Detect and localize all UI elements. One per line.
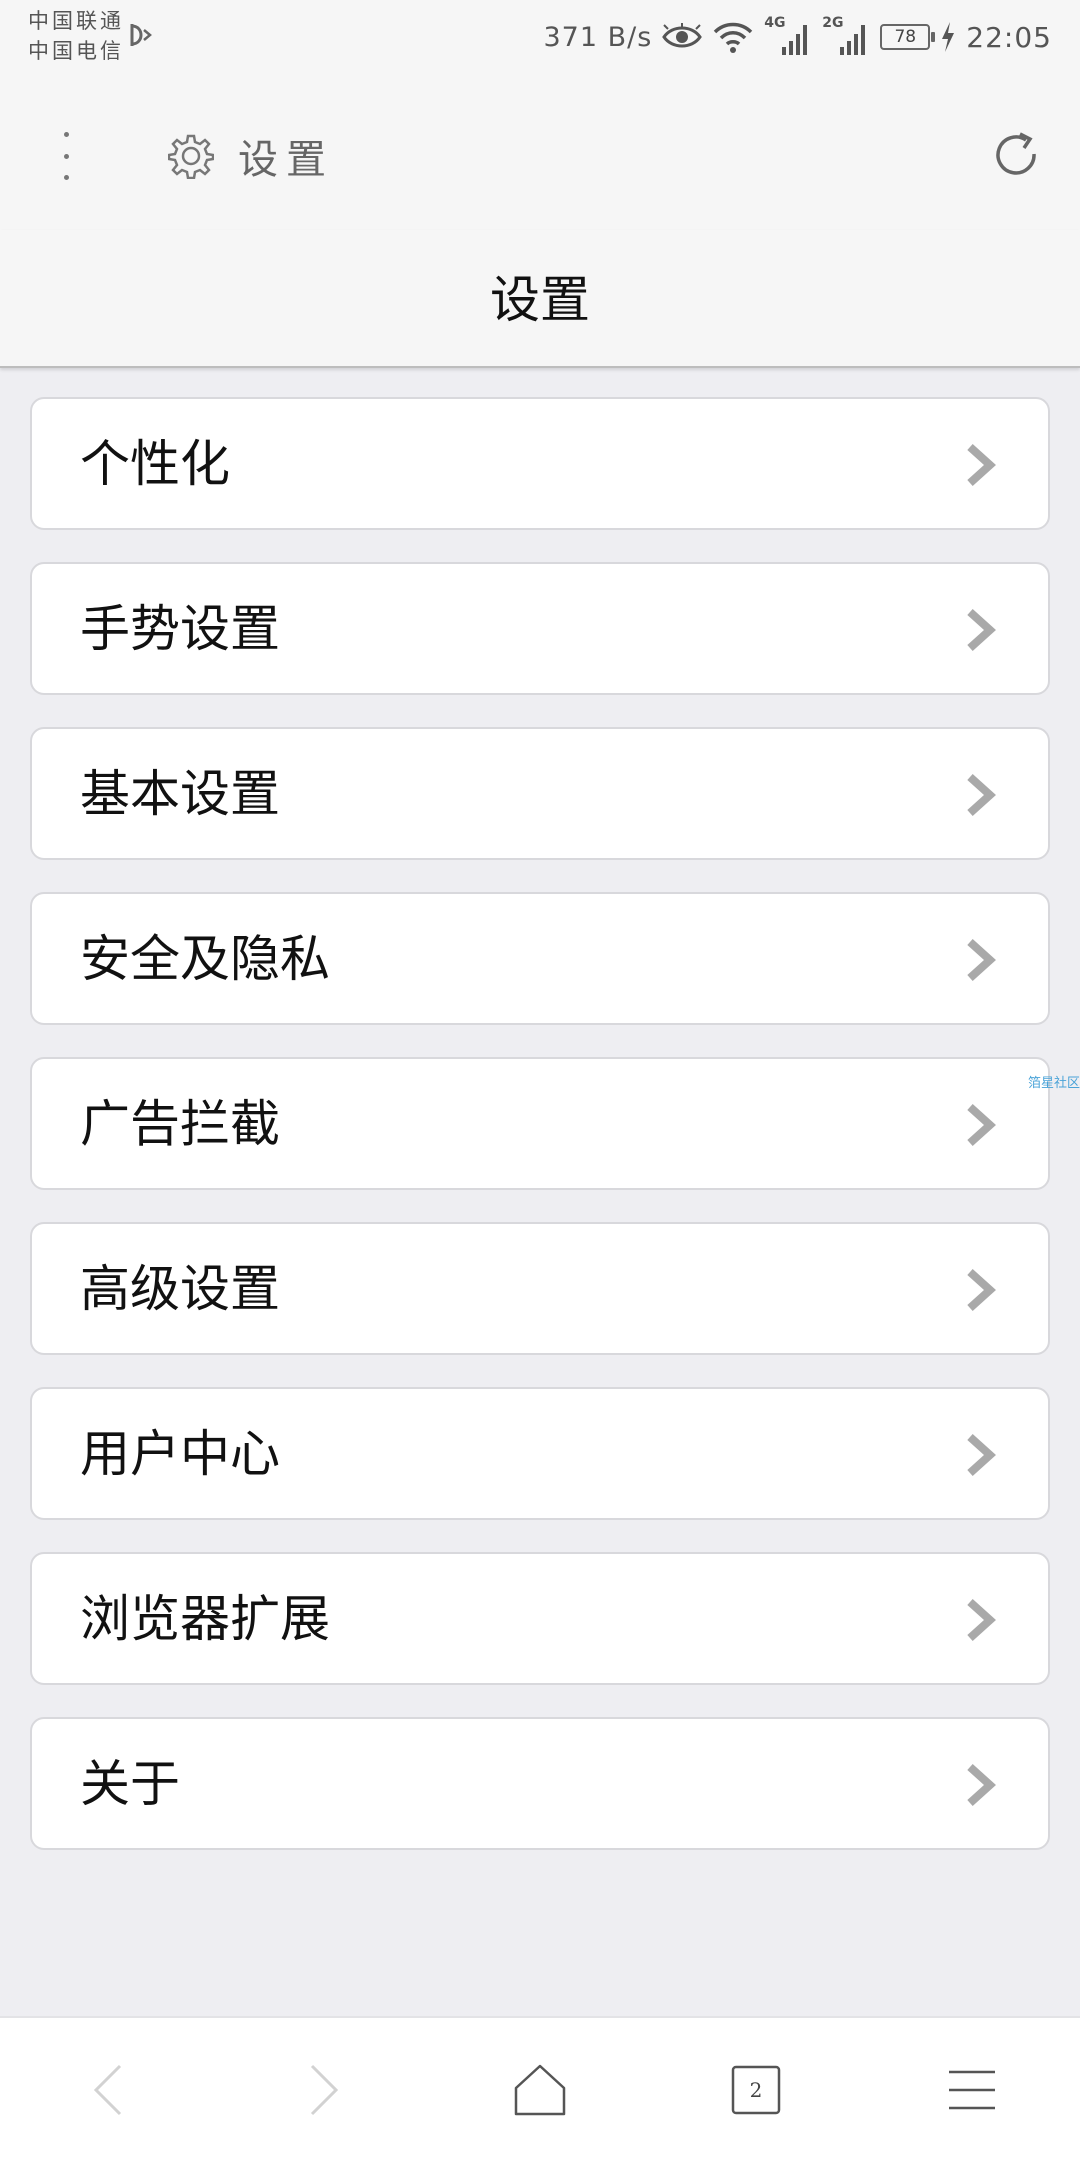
menu-item-label: 浏览器扩展: [80, 1590, 330, 1648]
page-title: 设置: [490, 271, 590, 329]
menu-item-label: 手势设置: [80, 600, 280, 658]
signal-1: 4G: [764, 15, 812, 57]
wifi-icon: [714, 22, 753, 53]
menu-item-about[interactable]: 关于: [30, 1717, 1050, 1850]
hd-call-icon: [130, 24, 152, 46]
back-button[interactable]: [68, 2050, 148, 2130]
chevron-right-icon: [967, 1434, 996, 1476]
eye-icon: [662, 23, 703, 48]
menu-item-label: 安全及隐私: [80, 930, 330, 988]
network-speed: 371 B/s: [543, 21, 653, 53]
menu-item-label: 关于: [80, 1755, 180, 1813]
menu-item-advanced-settings[interactable]: 高级设置: [30, 1222, 1050, 1355]
menu-item-label: 用户中心: [80, 1425, 280, 1483]
charging-icon: [942, 22, 955, 52]
chevron-right-icon: [967, 1764, 996, 1806]
menu-item-gesture-settings[interactable]: 手势设置: [30, 562, 1050, 695]
menu-item-label: 高级设置: [80, 1260, 280, 1318]
clock: 22:05: [966, 20, 1052, 54]
page-header: 设置: [0, 230, 1080, 368]
carrier-1: 中国联通: [28, 9, 124, 33]
chevron-left-icon: [93, 2064, 122, 2116]
menu-item-ad-block[interactable]: 广告拦截: [30, 1057, 1050, 1190]
watermark: 箔星社区: [1027, 1076, 1080, 1091]
menu-item-label: 基本设置: [80, 765, 280, 823]
battery-level: 78: [894, 27, 917, 47]
carrier-info: 中国联通 中国电信: [28, 6, 124, 66]
signal-bars-icon: [840, 25, 866, 55]
chevron-right-icon: [967, 1104, 996, 1146]
address-bar[interactable]: 设置: [168, 126, 334, 186]
bottom-nav: 2: [0, 2016, 1080, 2162]
chevron-right-icon: [967, 444, 996, 486]
chevron-right-icon: [310, 2064, 339, 2116]
menu-item-basic-settings[interactable]: 基本设置: [30, 727, 1050, 860]
tabs-button[interactable]: 2: [716, 2050, 796, 2130]
carrier-2: 中国电信: [28, 39, 124, 63]
menu-item-browser-extensions[interactable]: 浏览器扩展: [30, 1552, 1050, 1685]
menu-button[interactable]: [932, 2050, 1012, 2130]
more-menu-icon[interactable]: [44, 126, 88, 186]
status-icons: 371 B/s 4G 2G 78 22:05: [543, 14, 1052, 60]
tabs-count: 2: [749, 2078, 763, 2102]
hamburger-menu-icon: [949, 2070, 995, 2110]
menu-item-user-center[interactable]: 用户中心: [30, 1387, 1050, 1520]
gear-icon: [168, 134, 214, 179]
status-bar: 中国联通 中国电信 371 B/s 4G 2G 78 22:05: [0, 0, 1080, 80]
chevron-right-icon: [967, 1269, 996, 1311]
refresh-icon[interactable]: [990, 130, 1042, 182]
browser-toolbar: 设置: [0, 80, 1080, 230]
battery-icon: 78: [880, 24, 936, 50]
chevron-right-icon: [967, 939, 996, 981]
menu-item-personalization[interactable]: 个性化: [30, 397, 1050, 530]
signal-bars-icon: [782, 25, 808, 55]
forward-button[interactable]: [284, 2050, 364, 2130]
chevron-right-icon: [967, 609, 996, 651]
chevron-right-icon: [967, 1599, 996, 1641]
menu-item-label: 广告拦截: [80, 1095, 280, 1153]
menu-item-security-privacy[interactable]: 安全及隐私: [30, 892, 1050, 1025]
home-button[interactable]: [500, 2050, 580, 2130]
address-title: 设置: [238, 137, 334, 183]
menu-item-label: 个性化: [80, 435, 230, 493]
settings-menu: 个性化 手势设置 基本设置 安全及隐私 广告拦截 高级设置 用户中心 浏览器扩展…: [30, 397, 1050, 1882]
chevron-right-icon: [967, 774, 996, 816]
home-icon: [514, 2064, 566, 2116]
signal-2: 2G: [822, 15, 870, 57]
